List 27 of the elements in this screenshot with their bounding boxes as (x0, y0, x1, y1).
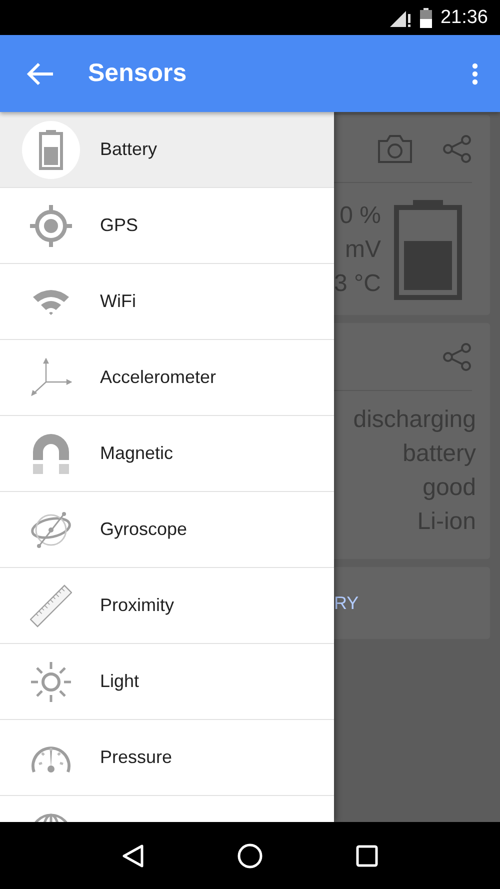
drawer-item[interactable]: Pressure (0, 720, 334, 796)
app-title: Sensors (88, 59, 188, 88)
back-triangle-icon (122, 844, 144, 868)
more-icon (472, 62, 478, 84)
history-link[interactable]: RY (334, 592, 359, 614)
no-signal-icon (390, 8, 412, 26)
drawer-item[interactable]: Accelerometer (0, 340, 334, 416)
drawer-item[interactable]: Gyroscope (0, 492, 334, 568)
magnet-icon (31, 432, 71, 476)
back-arrow-icon (26, 62, 54, 86)
drawer-item[interactable]: Magnetic (0, 416, 334, 492)
axes-icon (30, 358, 72, 398)
clock-time: 21:36 (440, 6, 488, 28)
battery-icon (39, 130, 63, 170)
drawer-item[interactable]: Battery (0, 112, 334, 188)
sun-icon (30, 660, 72, 702)
share-icon[interactable] (442, 134, 472, 164)
home-circle-icon (236, 842, 263, 868)
camera-icon[interactable] (378, 134, 412, 162)
drawer-item[interactable]: WiFi (0, 264, 334, 340)
drawer-item[interactable]: Light (0, 644, 334, 720)
battery-icon (420, 8, 432, 28)
drawer-item[interactable]: Proximity (0, 568, 334, 644)
gps-icon (28, 202, 74, 248)
drawer-item[interactable]: GPS (0, 188, 334, 264)
share-icon[interactable] (442, 342, 472, 372)
recents-square-icon (356, 844, 378, 866)
